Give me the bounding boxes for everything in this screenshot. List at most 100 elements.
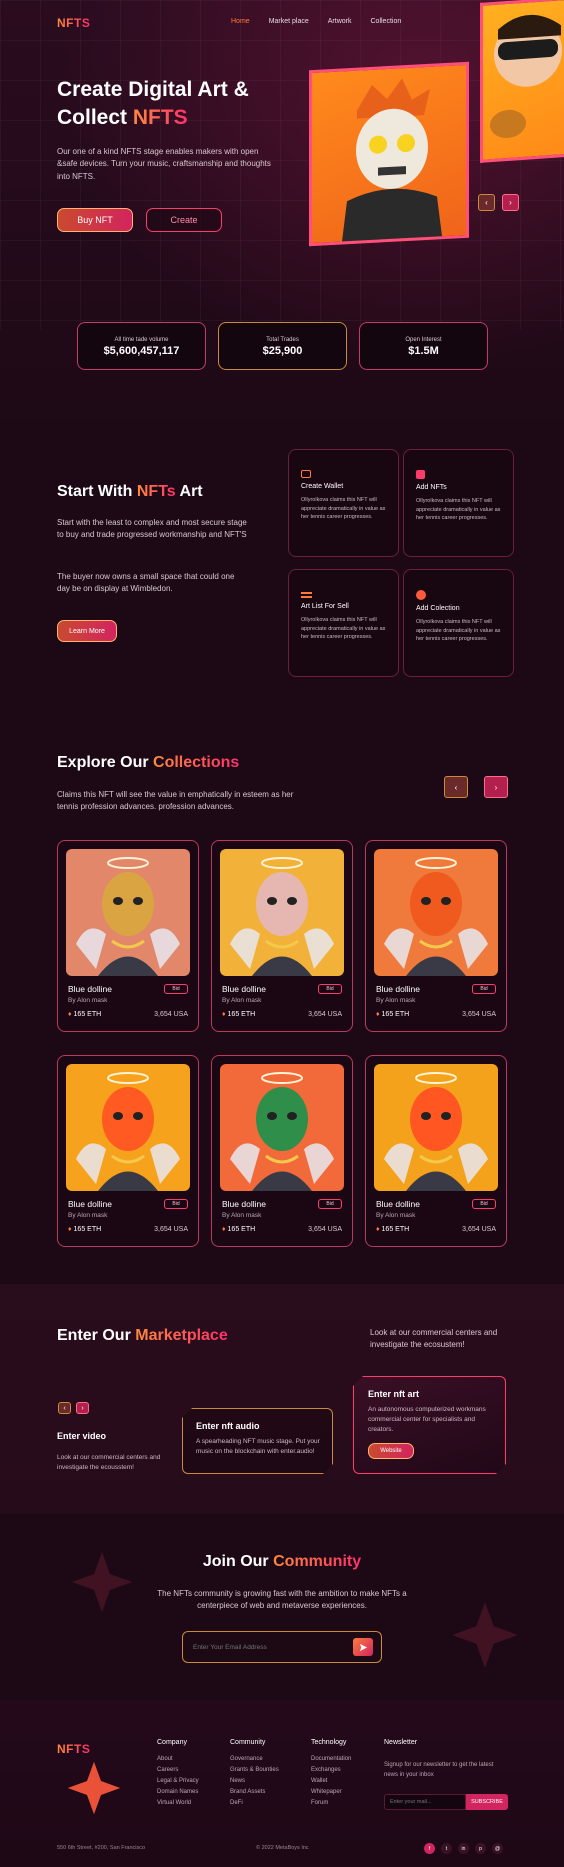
nft-card[interactable]: Blue dolline Bid By Alon mask ♦ 165 ETH … bbox=[211, 1055, 353, 1247]
footer-link[interactable]: News bbox=[230, 1776, 279, 1787]
send-icon bbox=[359, 1643, 367, 1651]
footer-link[interactable]: Careers bbox=[157, 1765, 199, 1776]
eth-icon: ♦ bbox=[376, 1011, 380, 1018]
twitter-icon[interactable]: t bbox=[441, 1843, 452, 1854]
bid-button[interactable]: Bid bbox=[164, 984, 188, 994]
collections-prev-button[interactable]: ‹ bbox=[444, 776, 468, 798]
nft-name: Blue dolline bbox=[68, 984, 112, 994]
bid-button[interactable]: Bid bbox=[472, 984, 496, 994]
enter-art-text: An autonomous computerized workmans comm… bbox=[368, 1406, 486, 1434]
footer-link[interactable]: Whitepaper bbox=[311, 1787, 351, 1798]
nft-price: ♦ 165 ETH bbox=[376, 1011, 410, 1018]
enter-video-title: Enter video bbox=[57, 1431, 107, 1441]
feature-text: Ollyrolkova claims this NFT will appreci… bbox=[416, 619, 501, 643]
newsletter-email-input[interactable] bbox=[384, 1794, 466, 1810]
masked-figure-icon bbox=[230, 857, 334, 976]
image-icon bbox=[416, 470, 425, 479]
bid-button[interactable]: Bid bbox=[318, 984, 342, 994]
stat-value: $5,600,457,117 bbox=[103, 345, 180, 357]
list-icon bbox=[301, 592, 312, 598]
stat-card-interest: Open Interest $1.5M bbox=[359, 322, 488, 370]
enter-audio-card[interactable]: Enter nft audio A spearheading NFT music… bbox=[182, 1408, 333, 1474]
nav-market-place[interactable]: Market place bbox=[269, 18, 309, 25]
feature-card-add-nfts[interactable]: Add NFTs Ollyrolkova claims this NFT wil… bbox=[403, 449, 514, 557]
hero-title-line2: Collect NFTS bbox=[57, 106, 188, 129]
footer-link[interactable]: Forum bbox=[311, 1798, 351, 1809]
linkedin-icon[interactable]: in bbox=[458, 1843, 469, 1854]
collections-next-button[interactable]: › bbox=[484, 776, 508, 798]
enter-audio-title: Enter nft audio bbox=[196, 1421, 260, 1431]
footer-link[interactable]: DeFi bbox=[230, 1798, 279, 1809]
nft-name: Blue dolline bbox=[376, 1199, 420, 1209]
instagram-icon[interactable]: @ bbox=[492, 1843, 503, 1854]
bid-button[interactable]: Bid bbox=[472, 1199, 496, 1209]
start-title: Start With NFTs Art bbox=[57, 483, 203, 500]
bid-button[interactable]: Bid bbox=[318, 1199, 342, 1209]
nft-usd: 3,654 USA bbox=[308, 1011, 342, 1018]
facebook-icon[interactable]: f bbox=[424, 1843, 435, 1854]
footer-link[interactable]: Exchanges bbox=[311, 1765, 351, 1776]
footer-link[interactable]: Documentation bbox=[311, 1754, 351, 1765]
hero-title-accent: NFTS bbox=[132, 106, 188, 129]
footer-link[interactable]: Legal & Privacy bbox=[157, 1776, 199, 1787]
footer-link[interactable]: Domain Names bbox=[157, 1787, 199, 1798]
nft-image bbox=[66, 849, 190, 976]
hero-next-button[interactable]: › bbox=[502, 194, 519, 211]
footer-link[interactable]: Grants & Bounties bbox=[230, 1765, 279, 1776]
decorative-star-icon bbox=[452, 1602, 518, 1668]
feature-card-create-wallet[interactable]: Create Wallet Ollyrolkova claims this NF… bbox=[288, 449, 399, 557]
community-send-button[interactable] bbox=[353, 1638, 373, 1656]
hero-prev-button[interactable]: ‹ bbox=[478, 194, 495, 211]
nft-card[interactable]: Blue dolline Bid By Alon mask ♦ 165 ETH … bbox=[211, 840, 353, 1032]
subscribe-button[interactable]: SUBSCRIBE bbox=[466, 1794, 508, 1810]
footer-link[interactable]: About bbox=[157, 1754, 199, 1765]
feature-card-art-list[interactable]: Art List For Sell Ollyrolkova claims thi… bbox=[288, 569, 399, 677]
nft-card[interactable]: Blue dolline Bid By Alon mask ♦ 165 ETH … bbox=[365, 1055, 507, 1247]
masked-figure-icon bbox=[384, 857, 488, 976]
nft-author: By Alon mask bbox=[222, 997, 262, 1004]
nav-collection[interactable]: Collection bbox=[371, 18, 402, 25]
footer-col-title: Community bbox=[230, 1739, 266, 1746]
nft-card[interactable]: Blue dolline Bid By Alon mask ♦ 165 ETH … bbox=[57, 1055, 199, 1247]
marketplace-next-button[interactable]: › bbox=[76, 1402, 89, 1414]
community-title: Join Our Community bbox=[202, 1553, 362, 1570]
chevron-right-icon: › bbox=[81, 1404, 84, 1412]
bid-button[interactable]: Bid bbox=[164, 1199, 188, 1209]
nft-image bbox=[66, 1064, 190, 1191]
nft-usd: 3,654 USA bbox=[462, 1226, 496, 1233]
community-email-input[interactable] bbox=[193, 1643, 333, 1651]
footer-link[interactable]: Brand Assets bbox=[230, 1787, 279, 1798]
nft-price: ♦ 165 ETH bbox=[68, 1011, 102, 1018]
enter-art-title: Enter nft art bbox=[368, 1389, 420, 1399]
hero-nft-image-main bbox=[309, 61, 469, 247]
nav-artwork[interactable]: Artwork bbox=[328, 18, 352, 25]
create-button[interactable]: Create bbox=[146, 208, 222, 232]
nft-card[interactable]: Blue dolline Bid By Alon mask ♦ 165 ETH … bbox=[57, 840, 199, 1032]
chevron-right-icon: › bbox=[494, 782, 498, 792]
nft-author: By Alon mask bbox=[222, 1212, 262, 1219]
footer-logo[interactable]: NFTS bbox=[57, 1742, 90, 1756]
buy-nft-button[interactable]: Buy NFT bbox=[57, 208, 133, 232]
learn-more-button[interactable]: Learn More bbox=[57, 620, 117, 642]
pinterest-icon[interactable]: p bbox=[475, 1843, 486, 1854]
chevron-left-icon: ‹ bbox=[454, 782, 458, 792]
nft-image bbox=[220, 1064, 344, 1191]
footer-link[interactable]: Virtual World bbox=[157, 1798, 199, 1809]
feature-text: Ollyrolkova claims this NFT will appreci… bbox=[301, 617, 386, 641]
nft-card[interactable]: Blue dolline Bid By Alon mask ♦ 165 ETH … bbox=[365, 840, 507, 1032]
hero-title-line1: Create Digital Art & bbox=[57, 78, 249, 101]
collections-title: Explore Our Collections bbox=[57, 754, 240, 771]
eth-icon: ♦ bbox=[222, 1011, 226, 1018]
footer-link[interactable]: Governance bbox=[230, 1754, 279, 1765]
website-button[interactable]: Website bbox=[368, 1443, 414, 1459]
stat-label: All time tade volume bbox=[114, 337, 169, 343]
feature-card-add-collection[interactable]: Add Colection Ollyrolkova claims this NF… bbox=[403, 569, 514, 677]
enter-art-card[interactable]: Enter nft art An autonomous computerized… bbox=[353, 1376, 506, 1474]
footer-link[interactable]: Wallet bbox=[311, 1776, 351, 1787]
nft-author: By Alon mask bbox=[68, 1212, 108, 1219]
logo[interactable]: NFTS bbox=[57, 16, 90, 30]
nav-home[interactable]: Home bbox=[231, 18, 250, 25]
marketplace-prev-button[interactable]: ‹ bbox=[58, 1402, 71, 1414]
hero-nft-image-secondary bbox=[480, 0, 564, 163]
wallet-icon bbox=[301, 470, 311, 478]
